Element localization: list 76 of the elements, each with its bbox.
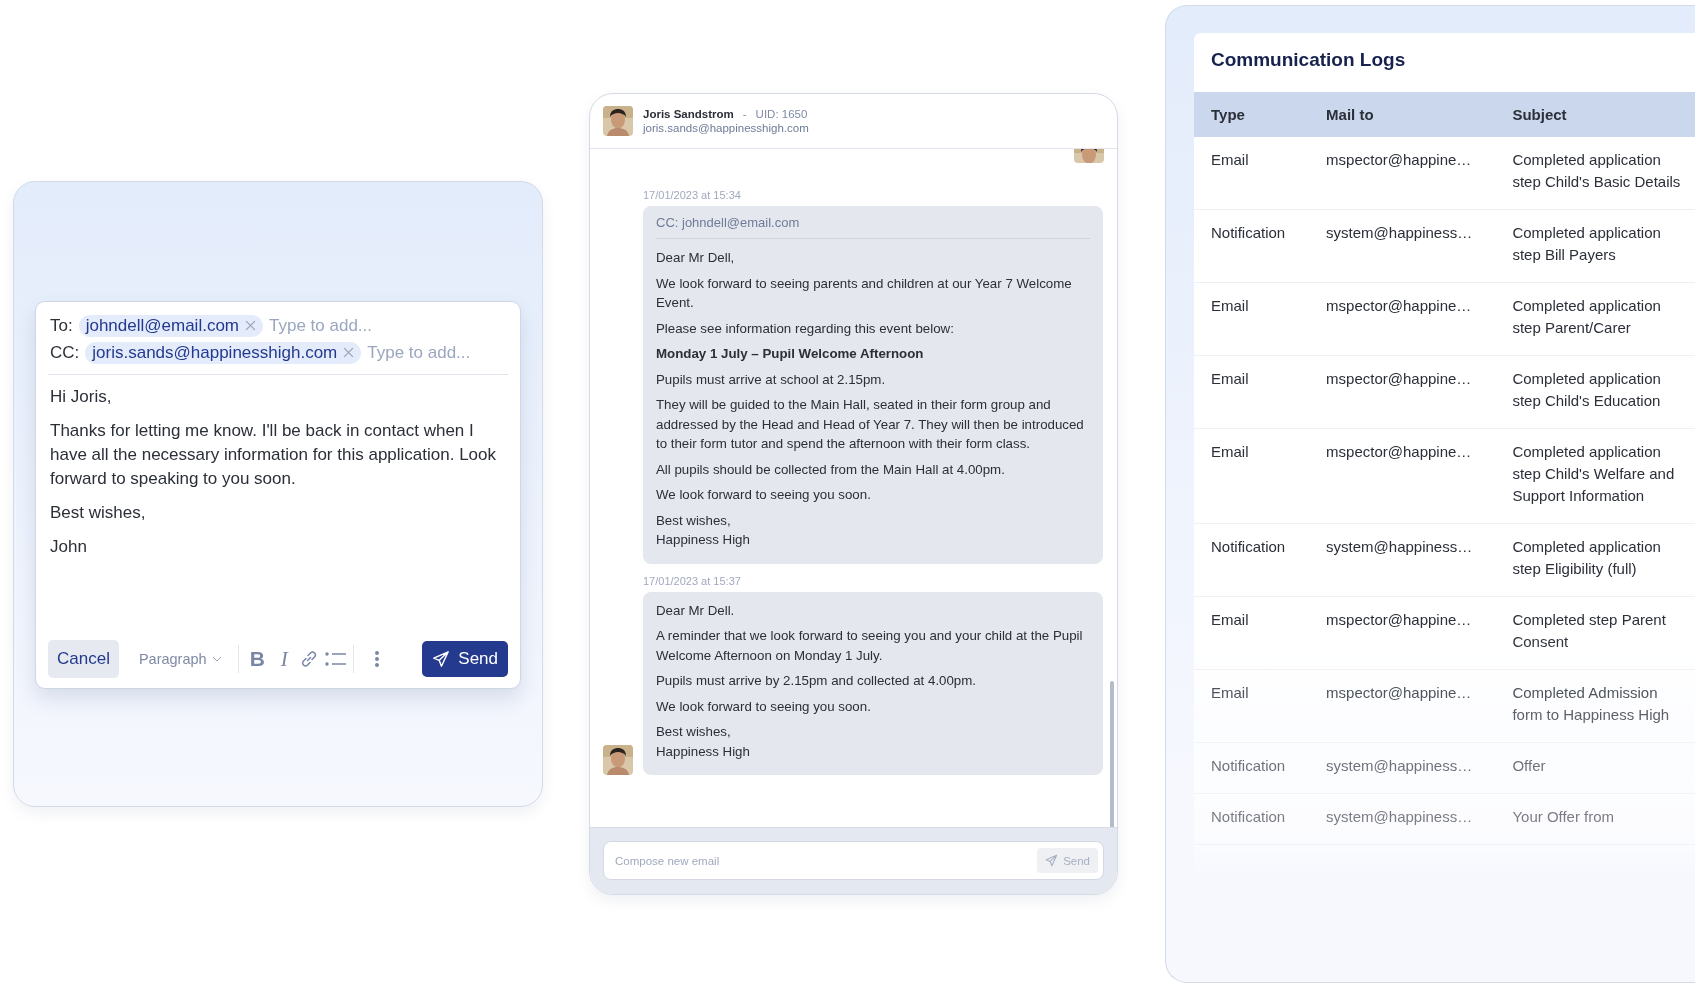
message-heading: Monday 1 July – Pupil Welcome Afternoon [656,345,925,363]
table-cell: system@happiness… [1309,793,1496,845]
paper-plane-icon [432,650,451,668]
recipient-chip[interactable]: joris.sands@happinesshigh.com [85,341,362,364]
table-cell: Completed application step Parent/Carer [1495,282,1695,356]
table-cell: Completed application step Child's Basic Details [1495,137,1695,210]
table-cell: mspector@happine… [1309,355,1496,429]
message-text[interactable]: Hi Joris, [50,385,508,409]
message-text[interactable]: John [50,535,508,559]
table-cell: system@happiness… [1309,209,1496,283]
cancel-button[interactable]: Cancel [48,640,119,678]
table-cell: Email [1194,137,1310,210]
field-label: CC: [50,342,80,363]
message-text: We look forward to seeing you soon. [656,697,872,716]
more-icon[interactable] [373,650,380,668]
table-cell: Email [1194,282,1310,356]
table-cell: Completed application step Bill Payers [1495,209,1695,283]
message-text: Dear Mr Dell. [656,601,736,620]
bold-button[interactable]: B [244,647,270,671]
table-cell: Completed step Parent Consent [1495,596,1695,670]
contact-uid: UID: 1650 [755,108,808,120]
close-icon[interactable] [343,347,355,358]
message-text: We look forward to seeing you soon. [656,486,872,504]
message-text[interactable]: Thanks for letting me know. I'll be back in contact when I have all the necessary information for this application. Look forward to speaking to you soon. [50,419,508,491]
table-cell: mspector@happine… [1309,596,1496,670]
table-cell: Email [1194,596,1310,670]
table-cell: mspector@happine… [1309,428,1496,524]
paper-plane-icon [1045,854,1059,867]
table-cell: system@happiness… [1309,523,1496,597]
message-text: They will be guided to the Main Hall, seated in their form group and addressed by the Head and Head of Year 7. They will then be introduced to their form tutor and spend the afternoon with their form class. [656,396,1085,453]
send-button[interactable]: Send [422,641,508,677]
contact-name: Joris Sandstrom [643,108,734,120]
message-text[interactable]: Best wishes, [50,501,508,525]
message-text: A reminder that we look forward to seeing you and your child at the Pupil Welcome Afternoon on Monday 1 July. [656,627,1084,665]
table-cell: Email [1194,428,1310,524]
message-text: All pupils should be collected from the Main Hall at 4.00pm. [656,460,1006,479]
column-header[interactable]: Mail to [1309,92,1496,137]
message-text: Pupils must arrive at school at 2.15pm. [656,370,887,389]
table-cell: Notification [1194,742,1310,794]
field-label: To: [50,315,73,336]
table-cell: Notification [1194,523,1310,597]
scrollbar[interactable] [1110,681,1114,827]
column-header[interactable]: Subject [1495,92,1695,137]
message-text: Pupils must arrive by 2.15pm and collected at 4.00pm. [656,672,978,690]
message-text: Best wishes, Happiness High [656,511,751,549]
table-cell: Offer [1495,742,1695,794]
table-cell: Notification [1194,793,1310,845]
table-cell: mspector@happine… [1309,137,1496,210]
panel-title: Communication Logs [1210,48,1407,72]
timestamp: 17/01/2023 at 15:34 [643,189,742,201]
table-cell: Completed application step Eligibility (full) [1495,523,1695,597]
separator: - [742,108,747,120]
table-cell: Your Offer from [1495,793,1695,845]
table-cell: Completed Admission form to Happiness High [1495,669,1695,743]
contact-email: joris.sands@happinesshigh.com [643,122,809,134]
table-cell: system@happiness… [1309,742,1496,794]
table-cell: Notification [1194,209,1310,283]
timestamp: 17/01/2023 at 15:37 [643,574,742,587]
table-cell: mspector@happine… [1309,669,1496,743]
table-cell: Email [1194,669,1310,743]
table-cell: mspector@happine… [1309,282,1496,356]
message-text: Dear Mr Dell, [656,249,736,267]
recipient-chip[interactable]: johndell@email.com [78,314,263,337]
message-text: Please see information regarding this event below: [656,319,955,338]
table-cell: Completed application step Child's Welfare and Support Information [1495,428,1695,524]
close-icon[interactable] [245,320,256,331]
italic-button[interactable]: I [275,646,293,672]
message-text: We look forward to seeing parents and children at our Year 7 Welcome Event. [656,274,1073,312]
bullet-list-icon[interactable] [324,651,347,667]
column-header[interactable]: Type [1194,92,1310,137]
table-cell: Completed application step Child's Education [1495,355,1695,429]
chevron-down-icon [211,656,222,662]
paragraph-dropdown[interactable]: Paragraph [124,651,232,667]
cc-line: CC: johndell@email.com [656,215,1090,239]
message-text: Best wishes, Happiness High [656,723,751,761]
table-cell: Email [1194,355,1310,429]
